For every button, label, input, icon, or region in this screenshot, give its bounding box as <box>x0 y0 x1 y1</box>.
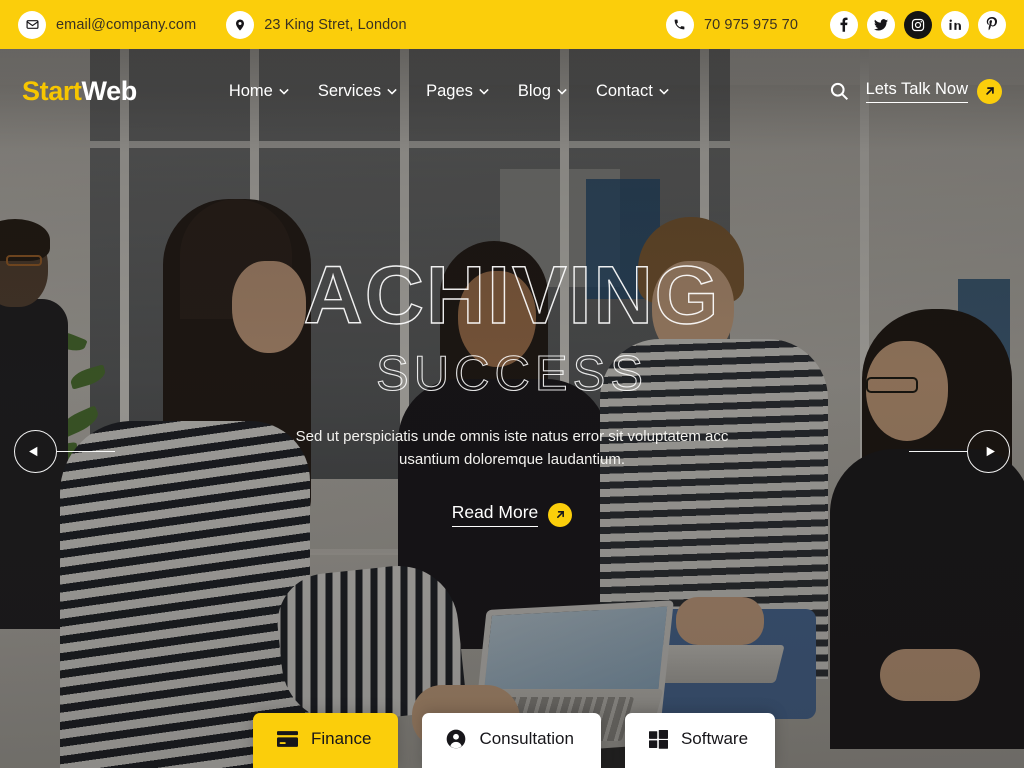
email-contact[interactable]: email@company.com <box>18 10 197 39</box>
topbar-right-group: 70 975 975 70 <box>665 10 1006 39</box>
user-circle-icon <box>447 729 466 749</box>
nav-item-contact[interactable]: Contact <box>596 82 669 101</box>
read-more-label: Read More <box>451 502 539 528</box>
chevron-down-icon <box>279 88 289 95</box>
tab-finance[interactable]: Finance <box>252 713 399 768</box>
read-more-button[interactable]: Read More <box>451 502 573 528</box>
header-actions: Lets Talk Now <box>829 78 1002 104</box>
nav-item-blog[interactable]: Blog <box>518 82 567 101</box>
tab-software[interactable]: Software <box>624 713 776 768</box>
address-contact[interactable]: 23 King Stret, London <box>226 10 407 39</box>
next-arrow-line <box>909 450 967 453</box>
address-text: 23 King Stret, London <box>264 16 407 33</box>
nav-label: Contact <box>595 81 653 100</box>
hero-section <box>0 49 1024 768</box>
tab-label: Consultation <box>479 729 574 748</box>
chevron-down-icon <box>387 88 397 95</box>
service-tabs: Finance Consultation Software <box>0 713 1024 768</box>
nav-label: Blog <box>517 81 551 100</box>
nav-item-home[interactable]: Home <box>229 82 289 101</box>
envelope-icon <box>18 10 46 39</box>
nav-item-pages[interactable]: Pages <box>426 82 489 101</box>
carousel-next-button[interactable] <box>909 430 1010 473</box>
arrow-left-icon <box>14 430 57 473</box>
nav-item-services[interactable]: Services <box>318 82 397 101</box>
instagram-icon[interactable] <box>904 10 932 39</box>
top-contact-bar: email@company.com 23 King Stret, London … <box>0 0 1024 49</box>
cta-label: Lets Talk Now <box>865 80 968 103</box>
phone-text: 70 975 975 70 <box>703 16 798 33</box>
tab-label: Finance <box>310 729 372 748</box>
site-header: StartWeb Home Services Pages Blog Contac… <box>0 49 1024 133</box>
arrow-up-right-icon <box>548 502 573 527</box>
nav-label: Services <box>317 81 382 100</box>
chevron-down-icon <box>659 88 669 95</box>
prev-arrow-line <box>57 450 115 453</box>
phone-icon <box>665 10 694 39</box>
nav-label: Home <box>228 81 273 100</box>
location-pin-icon <box>226 10 255 39</box>
tab-label: Software <box>680 729 749 748</box>
tab-consultation[interactable]: Consultation <box>422 713 601 768</box>
site-logo[interactable]: StartWeb <box>22 76 137 107</box>
social-links <box>830 10 1006 39</box>
lets-talk-now-button[interactable]: Lets Talk Now <box>865 78 1002 104</box>
logo-text-primary: Start <box>22 75 82 106</box>
phone-contact[interactable]: 70 975 975 70 <box>665 10 798 39</box>
twitter-icon[interactable] <box>867 10 895 39</box>
facebook-icon[interactable] <box>830 10 858 39</box>
linkedin-icon[interactable] <box>941 10 969 39</box>
email-text: email@company.com <box>56 16 197 33</box>
windows-icon <box>648 729 668 749</box>
nav-label: Pages <box>426 81 473 100</box>
hero-dark-overlay <box>0 49 1024 768</box>
main-navigation: Home Services Pages Blog Contact <box>229 82 669 101</box>
logo-text-secondary: Web <box>81 75 138 106</box>
credit-card-icon <box>276 731 298 747</box>
arrow-right-icon <box>967 430 1010 473</box>
search-icon[interactable] <box>829 81 849 101</box>
chevron-down-icon <box>479 88 489 95</box>
pinterest-icon[interactable] <box>978 10 1006 39</box>
arrow-up-right-icon <box>977 78 1002 104</box>
chevron-down-icon <box>557 88 567 95</box>
carousel-prev-button[interactable] <box>14 430 115 473</box>
